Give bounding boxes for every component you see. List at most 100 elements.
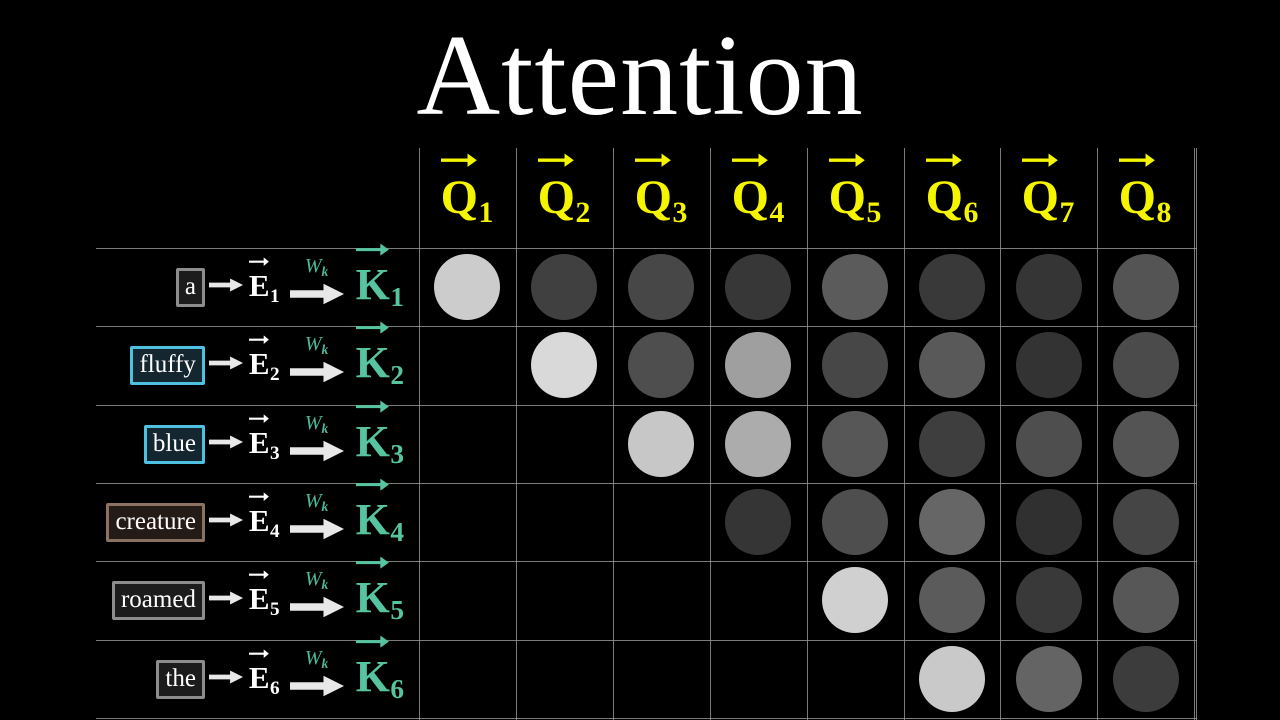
vector-base-letter: Q — [538, 153, 575, 222]
vector-subscript: 6 — [963, 195, 979, 229]
key-row-3[interactable]: blue E 3 Wk K 3 — [0, 400, 412, 483]
word-token-creature[interactable]: creature — [106, 502, 205, 542]
vector-base-letter: Q — [441, 153, 478, 222]
vector-base-letter: Q — [732, 153, 769, 222]
key-row-5[interactable]: roamed E 5 Wk K 5 — [0, 556, 412, 639]
vector-arrow-icon — [441, 153, 478, 168]
vector-subscript: 4 — [390, 517, 404, 548]
vector-symbol: Q5 — [829, 153, 881, 227]
vector-subscript: 6 — [390, 674, 404, 705]
vector-base-letter: Q — [635, 153, 672, 222]
key-row-6[interactable]: the E 6 Wk K 6 — [0, 635, 412, 718]
vector-arrow-icon — [249, 491, 270, 501]
arrow-to-embedding — [208, 668, 243, 690]
query-header-4[interactable]: Q4 — [710, 153, 806, 242]
vector-base-letter: E — [249, 334, 270, 379]
embedding-chain: creature E 4 Wk K 4 — [106, 478, 404, 548]
vector-subscript: 3 — [672, 195, 688, 229]
attention-dot-k2-q2 — [531, 332, 597, 398]
wk-subscript: k — [321, 264, 329, 280]
grid-vline — [1194, 148, 1195, 720]
attention-dot-k5-q5 — [822, 567, 888, 633]
vector-subscript: 2 — [269, 363, 280, 385]
word-token-roamed[interactable]: roamed — [111, 580, 205, 620]
query-header-1[interactable]: Q1 — [419, 153, 515, 242]
embedding-chain: roamed E 5 Wk K 5 — [111, 556, 404, 625]
attention-dot-k4-q5 — [822, 489, 888, 555]
word-token-fluffy[interactable]: fluffy — [130, 345, 205, 385]
arrow-to-embedding — [208, 589, 243, 611]
right-arrow-icon — [208, 278, 243, 292]
grid-hline — [96, 718, 1197, 719]
query-header-8[interactable]: Q8 — [1097, 153, 1193, 242]
vector-subscript: 6 — [269, 677, 280, 699]
wk-transform-arrow: Wk — [289, 568, 344, 620]
vector-symbol: Q8 — [1119, 153, 1172, 229]
word-token-the[interactable]: the — [156, 659, 205, 699]
attention-dot-k3-q3 — [628, 411, 694, 477]
attention-dot-k5-q8 — [1113, 567, 1179, 633]
key-row-4[interactable]: creature E 4 Wk K 4 — [0, 478, 412, 561]
vector-symbol: K2 — [356, 321, 404, 391]
attention-dot-k3-q6 — [919, 411, 985, 477]
vector-symbol: K1 — [356, 243, 404, 312]
vector-symbol: E5 — [249, 569, 280, 620]
vector-arrow-icon — [732, 153, 769, 168]
arrow-to-embedding — [208, 511, 243, 533]
attention-dot-k2-q5 — [822, 332, 888, 398]
attention-dot-k2-q8 — [1113, 332, 1179, 398]
attention-dot-k3-q4 — [725, 411, 791, 477]
embedding-chain: a E 1 Wk K 1 — [175, 243, 404, 312]
right-arrow-icon — [208, 670, 243, 684]
vector-base-letter: K — [356, 400, 390, 464]
right-arrow-icon — [208, 356, 243, 370]
attention-dot-k1-q8 — [1113, 254, 1179, 320]
attention-dot-k1-q6 — [919, 254, 985, 320]
word-token-a[interactable]: a — [175, 267, 205, 307]
query-header-2[interactable]: Q2 — [516, 153, 612, 242]
key-vector-5: K5 — [356, 556, 404, 625]
key-row-1[interactable]: a E 1 Wk K 1 — [0, 243, 412, 326]
key-row-2[interactable]: fluffy E 2 Wk K 2 — [0, 321, 412, 404]
wk-label: Wk — [304, 568, 329, 593]
wk-label: Wk — [304, 333, 329, 358]
vector-base-letter: K — [356, 321, 390, 385]
word-token-blue[interactable]: blue — [143, 424, 205, 464]
vector-symbol: K6 — [356, 635, 404, 705]
wk-transform-arrow: Wk — [289, 333, 344, 385]
vector-symbol: Q7 — [1022, 153, 1075, 229]
vector-base-letter: E — [249, 256, 270, 301]
query-header-3[interactable]: Q3 — [613, 153, 709, 242]
vector-symbol: E1 — [249, 256, 280, 306]
vector-subscript: 5 — [269, 598, 280, 620]
wk-label: Wk — [304, 647, 329, 672]
vector-subscript: 2 — [390, 360, 404, 391]
vector-base-letter: K — [356, 478, 390, 542]
key-vector-6: K6 — [356, 635, 404, 705]
vector-base-letter: K — [356, 635, 390, 699]
vector-symbol: Q1 — [441, 153, 493, 227]
vector-arrow-icon — [249, 413, 270, 423]
vector-symbol: E6 — [249, 648, 280, 699]
query-header-5[interactable]: Q5 — [807, 153, 903, 242]
vector-symbol: K5 — [356, 556, 404, 625]
attention-dot-k1-q1 — [434, 254, 500, 320]
wk-transform-arrow: Wk — [289, 490, 344, 542]
attention-dot-k2-q6 — [919, 332, 985, 398]
vector-subscript: 7 — [1059, 195, 1075, 229]
key-vector-4: K4 — [356, 478, 404, 548]
right-arrow-icon — [289, 440, 344, 462]
wk-transform-arrow: Wk — [289, 412, 344, 464]
vector-base-letter: Q — [829, 153, 866, 222]
attention-dot-k4-q4 — [725, 489, 791, 555]
wk-label: Wk — [304, 412, 329, 437]
right-arrow-icon — [289, 518, 344, 540]
attention-dot-k3-q5 — [822, 411, 888, 477]
vector-subscript: 8 — [1156, 195, 1172, 229]
attention-dot-k4-q8 — [1113, 489, 1179, 555]
query-header-6[interactable]: Q6 — [904, 153, 1000, 242]
query-header-7[interactable]: Q7 — [1000, 153, 1096, 242]
embedding-chain: blue E 3 Wk K 3 — [143, 400, 404, 469]
embedding-chain: the E 6 Wk K 6 — [156, 635, 404, 705]
vector-arrow-icon — [249, 648, 270, 658]
